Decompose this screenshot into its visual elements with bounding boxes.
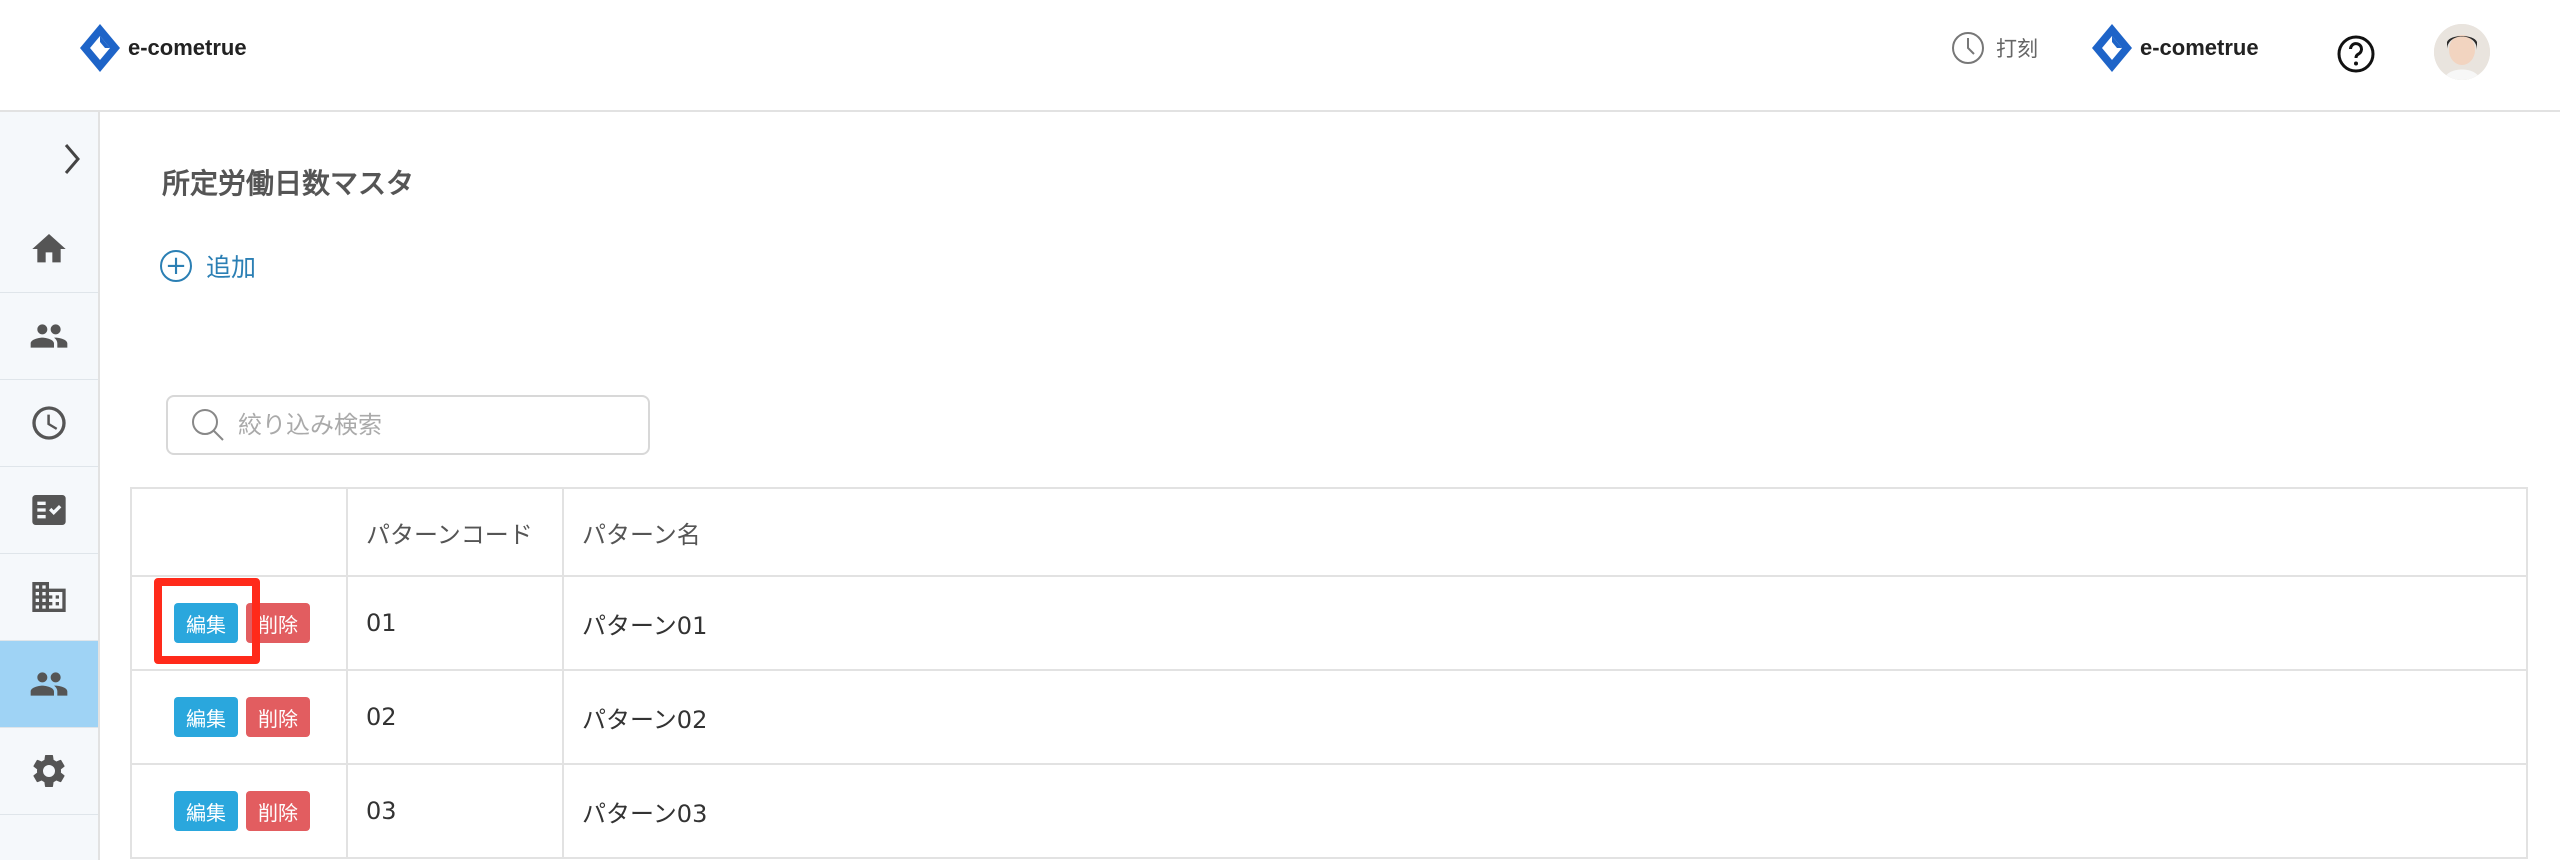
add-button[interactable]: + 追加 — [160, 248, 256, 284]
company-logo: e-cometrue — [2088, 20, 2259, 76]
delete-button[interactable]: 削除 — [246, 791, 310, 831]
chevron-right-icon — [64, 144, 80, 174]
search-icon — [192, 409, 224, 441]
column-header-pattern-code: パターンコード — [346, 487, 564, 577]
pattern-name-cell: パターン01 — [562, 575, 2528, 671]
people-icon — [30, 672, 68, 696]
add-button-label: 追加 — [206, 253, 257, 282]
company-logo-text: e-cometrue — [2140, 35, 2259, 60]
plus-circle-icon: + — [160, 250, 192, 282]
logo-text: e-cometrue — [128, 35, 247, 60]
user-avatar[interactable] — [2434, 24, 2490, 80]
column-header-pattern-name: パターン名 — [562, 487, 2528, 577]
table-header-row: パターンコード パターン名 — [130, 487, 2528, 577]
pattern-code-cell: 03 — [346, 763, 564, 859]
top-header: e-cometrue 打刻 e-cometrue — [0, 0, 2560, 112]
search-input[interactable] — [238, 411, 638, 439]
page-title: 所定労働日数マスタ — [162, 167, 415, 200]
edit-button[interactable]: 編集 — [174, 603, 238, 643]
help-icon[interactable] — [2336, 34, 2376, 74]
stamp-label: 打刻 — [1996, 37, 2038, 61]
sidebar — [0, 112, 100, 860]
pattern-name-cell: パターン02 — [562, 669, 2528, 765]
delete-button[interactable]: 削除 — [246, 603, 310, 643]
sidebar-item-attendance[interactable] — [0, 380, 98, 467]
sidebar-item-settings[interactable] — [0, 728, 98, 815]
edit-button[interactable]: 編集 — [174, 791, 238, 831]
pattern-name-cell: パターン03 — [562, 763, 2528, 859]
table-row: 編集 削除 01 パターン01 — [130, 575, 2528, 671]
sidebar-item-company[interactable] — [0, 554, 98, 641]
sidebar-expand-button[interactable] — [0, 112, 100, 206]
search-box — [166, 395, 650, 455]
pattern-code-cell: 02 — [346, 669, 564, 765]
pattern-code-cell: 01 — [346, 575, 564, 671]
pattern-table: パターンコード パターン名 編集 削除 01 パターン01 編集 削除 02 パ… — [130, 487, 2528, 859]
logo-diamond-icon — [2092, 24, 2132, 72]
sidebar-item-home[interactable] — [0, 206, 98, 293]
building-icon — [32, 582, 66, 612]
sidebar-item-masters[interactable] — [0, 641, 98, 728]
column-header-actions — [130, 487, 348, 577]
sidebar-item-employees[interactable] — [0, 293, 98, 380]
delete-button[interactable]: 削除 — [246, 697, 310, 737]
people-icon — [30, 324, 68, 348]
checklist-icon — [32, 495, 66, 525]
app-logo[interactable]: e-cometrue — [76, 20, 247, 76]
edit-button[interactable]: 編集 — [174, 697, 238, 737]
avatar-image — [2434, 24, 2490, 80]
home-icon — [32, 234, 66, 263]
table-row: 編集 削除 02 パターン02 — [130, 669, 2528, 765]
clock-icon — [32, 406, 66, 440]
clock-icon — [1952, 32, 1984, 64]
logo-diamond-icon — [80, 24, 120, 72]
sidebar-item-approvals[interactable] — [0, 467, 98, 554]
table-row: 編集 削除 03 パターン03 — [130, 763, 2528, 859]
stamp-button[interactable]: 打刻 — [1950, 30, 2038, 66]
gear-icon — [33, 754, 65, 787]
